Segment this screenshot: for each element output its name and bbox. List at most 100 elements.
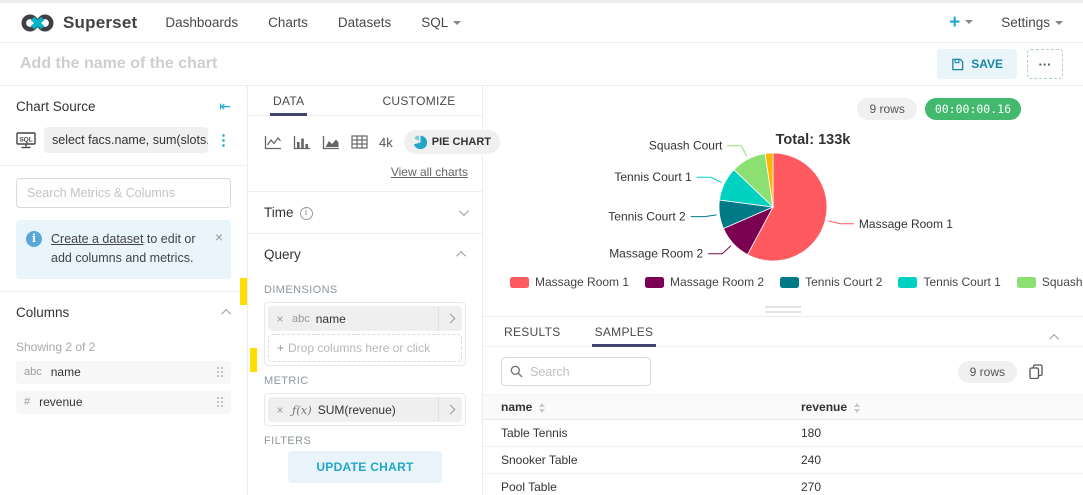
more-options-button[interactable]: ··· (1027, 49, 1063, 79)
settings-menu-button[interactable]: Settings (1001, 15, 1063, 30)
dimensions-label: DIMENSIONS (264, 284, 338, 296)
datasource-name[interactable]: select facs.name, sum(slots... (44, 127, 208, 153)
sort-icon (539, 402, 546, 413)
tab-samples[interactable]: SAMPLES (591, 317, 657, 347)
pie-chart[interactable]: Massage Room 1 Massage Room 2 Tennis Court… (483, 120, 1083, 272)
create-dataset-link[interactable]: Create a dataset (51, 232, 143, 246)
superset-logo[interactable]: Superset (20, 12, 165, 34)
nav-item-datasets[interactable]: Datasets (338, 15, 391, 30)
row-count-badge: 9 rows (857, 98, 917, 120)
chart-source-panel: Chart Source ⇤ SQL select facs.name, sum… (0, 86, 248, 495)
copy-icon[interactable] (1029, 364, 1043, 379)
chart-panel: 9 rows 00:00:00.16 Total: 133k Massage R… (483, 86, 1083, 495)
info-icon: i (26, 231, 42, 247)
legend-item[interactable]: Massage Room 1 (510, 275, 629, 289)
resize-handle[interactable] (765, 306, 801, 316)
results-search[interactable] (501, 357, 651, 386)
svg-text:Massage Room 2: Massage Room 2 (609, 247, 703, 261)
collapse-panel-icon[interactable]: ⇤ (219, 98, 231, 115)
function-label: ƒ(x) (292, 402, 312, 417)
column-name: name (50, 365, 81, 380)
svg-text:SQL: SQL (19, 136, 32, 143)
collapse-results-icon[interactable] (1049, 329, 1060, 344)
legend-item[interactable]: Massage Room 2 (645, 275, 764, 289)
column-header-name[interactable]: name (483, 394, 783, 420)
view-all-charts-link[interactable]: View all charts (248, 154, 482, 191)
caret-down-icon (453, 21, 462, 26)
divider (0, 290, 247, 292)
legend-item[interactable]: Tennis Court 1 (898, 275, 1001, 289)
tab-results[interactable]: RESULTS (501, 317, 564, 346)
drag-handle-icon[interactable] (217, 367, 223, 378)
tab-data[interactable]: DATA (270, 86, 308, 116)
time-section-header[interactable]: Time i (248, 191, 482, 233)
expand-chip-icon[interactable] (438, 397, 462, 422)
column-item-name[interactable]: abc name (16, 360, 231, 384)
chart-controls-panel: DATA CUSTOMIZE 4k PIE CHART View all cha… (248, 86, 501, 495)
column-type-label: # (24, 396, 31, 409)
dimensions-dropzone[interactable]: + Drop columns here or click (268, 334, 462, 362)
highlight-marker (250, 348, 257, 372)
chevron-down-icon (458, 206, 469, 217)
info-icon: i (299, 206, 313, 220)
sort-icon (854, 402, 861, 413)
new-menu-button[interactable]: + (949, 12, 974, 34)
pie-chart-icon (413, 135, 427, 149)
results-search-input[interactable] (530, 364, 642, 379)
svg-text:Tennis Court 1: Tennis Court 1 (614, 170, 692, 184)
column-item-revenue[interactable]: # revenue (16, 390, 231, 414)
chart-source-header: Chart Source (16, 99, 96, 114)
viz-type-bar-icon[interactable] (293, 135, 311, 150)
nav-item-charts[interactable]: Charts (268, 15, 308, 30)
nav-item-dashboards[interactable]: Dashboards (165, 15, 238, 30)
table-row: Table Tennis 180 (483, 419, 1083, 447)
metrics-columns-search-input[interactable] (16, 178, 231, 208)
samples-table: name revenue Table Tennis 180 Snooker Ta… (483, 394, 1083, 495)
caret-down-icon (1055, 21, 1063, 26)
save-icon (952, 58, 964, 70)
create-dataset-alert: i Create a dataset to edit or add column… (16, 220, 231, 279)
viz-type-big-number[interactable]: 4k (379, 135, 393, 150)
alert-text: Create a dataset to edit or add columns … (51, 232, 196, 266)
divider (0, 165, 247, 166)
chart-legend: Massage Room 1 Massage Room 2 Tennis Cou… (510, 274, 1083, 290)
chart-title-bar: Add the name of the chart SAVE ··· (0, 43, 1083, 86)
svg-text:Massage Room 1: Massage Room 1 (859, 217, 953, 231)
datasource-menu-icon[interactable]: ⋮ (216, 131, 231, 149)
close-icon[interactable]: × (215, 227, 223, 249)
dimensions-control: × abc name + Drop columns here or click (264, 302, 466, 366)
brand-name: Superset (63, 12, 138, 32)
remove-icon[interactable]: × (268, 312, 292, 326)
legend-swatch (1016, 276, 1036, 288)
query-section-header[interactable]: Query (248, 233, 482, 275)
legend-item[interactable]: Squash Court (1016, 275, 1083, 289)
expand-chip-icon[interactable] (438, 306, 462, 331)
search-icon (510, 365, 523, 378)
update-chart-bar: UPDATE CHART (248, 445, 482, 495)
chevron-up-icon[interactable] (221, 308, 232, 319)
legend-item[interactable]: Tennis Court 2 (780, 275, 882, 289)
remove-icon[interactable]: × (268, 403, 292, 417)
superset-infinity-icon (21, 14, 54, 31)
chart-name-input[interactable]: Add the name of the chart (20, 55, 217, 73)
nav-item-sql[interactable]: SQL (421, 15, 462, 30)
dimension-chip-name[interactable]: × abc name (268, 306, 462, 331)
column-header-revenue[interactable]: revenue (783, 394, 1083, 420)
update-chart-button[interactable]: UPDATE CHART (288, 451, 442, 483)
viz-type-area-icon[interactable] (322, 135, 340, 150)
metric-label: METRIC (264, 375, 309, 387)
highlight-marker (240, 278, 247, 305)
legend-swatch (780, 276, 800, 288)
top-navbar: Superset Dashboards Charts Datasets SQL … (0, 3, 1083, 43)
results-section: RESULTS SAMPLES 9 rows (483, 316, 1083, 495)
metric-chip-sum-revenue[interactable]: × ƒ(x) SUM(revenue) (268, 397, 462, 422)
column-type-label: abc (292, 312, 310, 325)
drag-handle-icon[interactable] (217, 397, 223, 408)
viz-type-table-icon[interactable] (351, 135, 368, 149)
caret-down-icon (965, 20, 974, 25)
tab-customize[interactable]: CUSTOMIZE (379, 86, 458, 115)
chevron-up-icon (456, 250, 467, 261)
save-button[interactable]: SAVE (937, 49, 1017, 79)
viz-type-line-icon[interactable] (264, 135, 282, 150)
column-name: revenue (39, 395, 83, 410)
